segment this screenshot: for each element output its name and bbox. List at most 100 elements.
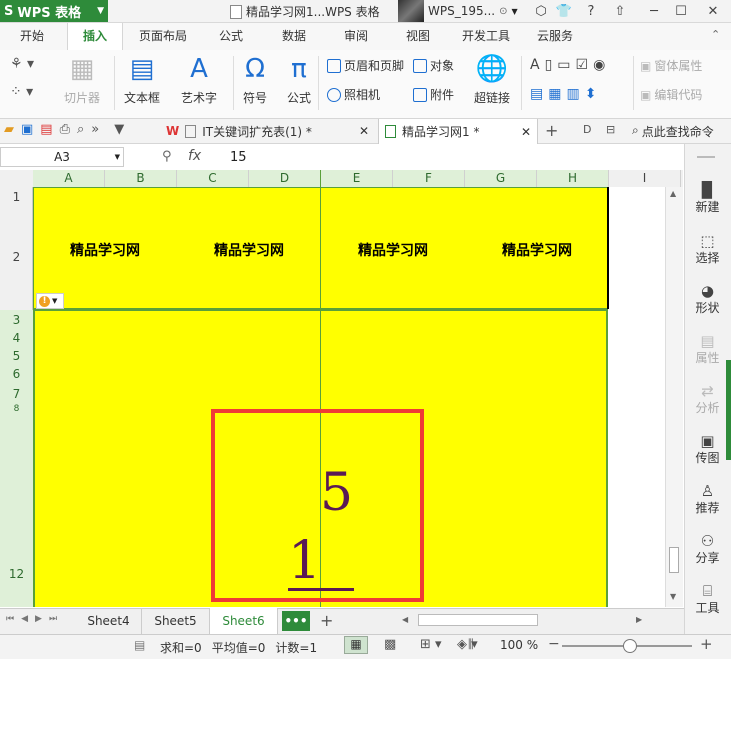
side-tools-button[interactable]: ⌸ 工具 bbox=[684, 583, 731, 616]
object-button[interactable]: 对象 bbox=[413, 57, 454, 74]
chevron-down-icon[interactable]: ▼ bbox=[114, 122, 124, 137]
scroll-down-icon[interactable]: ▼ bbox=[670, 592, 676, 601]
page-layout-view-icon[interactable]: ⊞ ▾ bbox=[420, 637, 442, 652]
column-header-c[interactable]: C bbox=[177, 170, 249, 187]
symbol-button[interactable]: Ω 符号 bbox=[240, 54, 270, 106]
side-recommend-button[interactable]: ♙ 推荐 bbox=[684, 483, 731, 516]
column-header-a[interactable]: A bbox=[33, 170, 105, 187]
tab-view[interactable]: 视图 bbox=[392, 23, 444, 50]
page-break-view-icon[interactable]: ▩ bbox=[384, 637, 396, 652]
side-new-button[interactable]: ▉ 新建 bbox=[684, 182, 731, 215]
row-header-6[interactable]: 6 bbox=[0, 365, 33, 384]
camera-button[interactable]: 照相机 bbox=[327, 86, 380, 103]
pdf-export-icon[interactable]: ▤ bbox=[40, 122, 52, 137]
scroll-up-icon[interactable]: ▲ bbox=[670, 189, 676, 198]
doc-tab-active[interactable]: 精品学习网1 * ✕ bbox=[378, 119, 538, 144]
maximize-button[interactable]: ☐ bbox=[670, 2, 692, 20]
vertical-scrollbar[interactable]: ▲ ▼ bbox=[665, 187, 683, 607]
checkbox-control-icon[interactable]: ☑ bbox=[576, 57, 589, 73]
tab-formula[interactable]: 公式 bbox=[205, 23, 257, 50]
print-icon[interactable]: ⎙ bbox=[60, 122, 70, 137]
scrollbar-control-icon[interactable]: ▥ bbox=[566, 86, 579, 102]
error-indicator[interactable]: ! ▼ bbox=[36, 293, 64, 309]
tab-home[interactable]: 开始 bbox=[8, 23, 56, 50]
row-header-4[interactable]: 4 bbox=[0, 330, 33, 347]
scroll-left-icon[interactable]: ◀ bbox=[402, 615, 408, 624]
print-preview-icon[interactable]: ⌕ bbox=[77, 122, 84, 137]
edit-code-button[interactable]: ▣ 编辑代码 bbox=[640, 86, 702, 103]
share-up-icon[interactable]: ⇧ bbox=[609, 2, 631, 20]
zoom-function-icon[interactable]: ⚲ bbox=[162, 149, 172, 164]
sheet-tab-sheet5[interactable]: Sheet5 bbox=[142, 608, 210, 634]
row-header-5[interactable]: 5 bbox=[0, 347, 33, 365]
side-upload-image-button[interactable]: ▣ 传图 bbox=[684, 433, 731, 466]
app-menu-button[interactable]: S WPS 表格 ▼ bbox=[0, 0, 108, 22]
row-header-12[interactable]: 12 bbox=[0, 414, 33, 607]
help-icon[interactable]: ? bbox=[580, 2, 602, 20]
shapes-icon[interactable]: ⚘ ▾ bbox=[10, 56, 34, 72]
column-header-i[interactable]: I bbox=[609, 170, 681, 187]
horizontal-scroll-thumb[interactable] bbox=[418, 614, 538, 626]
save-icon[interactable]: ▣ bbox=[21, 122, 33, 137]
cell-a2[interactable]: 精品学习网 bbox=[33, 240, 177, 260]
side-analyze-button[interactable]: ⇄ 分析 bbox=[684, 383, 731, 416]
minimize-button[interactable]: ─ bbox=[643, 2, 665, 20]
hyperlink-button[interactable]: 🌐 超链接 bbox=[474, 54, 510, 106]
close-button[interactable]: ✕ bbox=[702, 2, 724, 20]
side-share-button[interactable]: ⚇ 分享 bbox=[684, 533, 731, 566]
smartart-icon[interactable]: ⁘ ▾ bbox=[10, 84, 34, 100]
formula-input[interactable]: 15 bbox=[230, 150, 247, 165]
side-shape-button[interactable]: ◕ 形状 bbox=[684, 283, 731, 316]
cell-g2[interactable]: 精品学习网 bbox=[465, 240, 609, 260]
more-sheets-button[interactable]: ••• bbox=[282, 611, 310, 631]
side-select-button[interactable]: ⬚ 选择 bbox=[684, 233, 731, 266]
more-icon[interactable]: » bbox=[91, 122, 99, 137]
row-header-2[interactable]: 2 bbox=[0, 206, 33, 309]
fx-button[interactable]: fx bbox=[188, 148, 201, 164]
new-tab-button[interactable]: + bbox=[545, 121, 558, 140]
zoom-out-button[interactable]: − bbox=[548, 636, 560, 652]
sheet-tab-sheet6[interactable]: Sheet6 bbox=[210, 608, 278, 634]
header-footer-button[interactable]: 页眉和页脚 bbox=[327, 57, 404, 74]
attachment-button[interactable]: 附件 bbox=[413, 86, 454, 103]
textbox-button[interactable]: ▤ 文本框 bbox=[124, 54, 160, 106]
scroll-thumb[interactable] bbox=[669, 547, 679, 573]
tab-page-layout[interactable]: 页面布局 bbox=[132, 23, 194, 50]
add-sheet-button[interactable]: + bbox=[320, 611, 333, 630]
column-view-icon[interactable]: ⫼ bbox=[468, 637, 474, 652]
cell-e2[interactable]: 精品学习网 bbox=[321, 240, 465, 260]
drag-handle[interactable] bbox=[697, 156, 715, 158]
spinner-control-icon[interactable]: ⬍ bbox=[585, 86, 597, 102]
first-sheet-icon[interactable]: ⏮ bbox=[6, 614, 14, 624]
row-header-7[interactable]: 7 bbox=[0, 384, 33, 404]
zoom-in-button[interactable]: + bbox=[700, 635, 713, 653]
column-header-g[interactable]: G bbox=[465, 170, 537, 187]
sheet-tab-sheet4[interactable]: Sheet4 bbox=[76, 608, 142, 634]
row-header-3[interactable]: 3 bbox=[0, 310, 33, 330]
slicer-button[interactable]: ▦ 切片器 bbox=[64, 54, 100, 106]
listbox-control-icon[interactable]: ▤ bbox=[530, 86, 543, 102]
tab-developer[interactable]: 开发工具 bbox=[455, 23, 517, 50]
formula-button[interactable]: π 公式 bbox=[284, 54, 314, 106]
tab-review[interactable]: 审阅 bbox=[330, 23, 382, 50]
column-header-f[interactable]: F bbox=[393, 170, 465, 187]
button-control-icon[interactable]: ▭ bbox=[557, 57, 570, 73]
zoom-slider-thumb[interactable] bbox=[623, 639, 637, 653]
tab-insert[interactable]: 插入 bbox=[67, 23, 123, 51]
normal-view-icon[interactable]: ▦ bbox=[344, 636, 368, 654]
tab-list-icon[interactable]: ⊟ bbox=[606, 123, 615, 136]
column-header-b[interactable]: B bbox=[105, 170, 177, 187]
skin-icon[interactable]: ⬡ bbox=[530, 2, 552, 20]
search-command-box[interactable]: ⌕ 点此查找命令 bbox=[632, 123, 714, 140]
name-box[interactable]: A3 ▼ bbox=[0, 147, 124, 167]
control-properties-button[interactable]: ▣ 窗体属性 bbox=[640, 57, 702, 74]
last-sheet-icon[interactable]: ⏭ bbox=[49, 614, 57, 624]
column-header-e[interactable]: E bbox=[321, 170, 393, 187]
tab-data[interactable]: 数据 bbox=[268, 23, 320, 50]
d-icon[interactable]: D bbox=[583, 123, 591, 136]
close-tab-icon[interactable]: ✕ bbox=[521, 125, 531, 139]
row-header-1[interactable]: 1 bbox=[0, 188, 33, 206]
zoom-level[interactable]: 100 % bbox=[500, 638, 538, 652]
radio-control-icon[interactable]: ◉ bbox=[593, 57, 605, 73]
doc-tab[interactable]: W IT关键词扩充表(1) * ✕ bbox=[160, 119, 375, 143]
